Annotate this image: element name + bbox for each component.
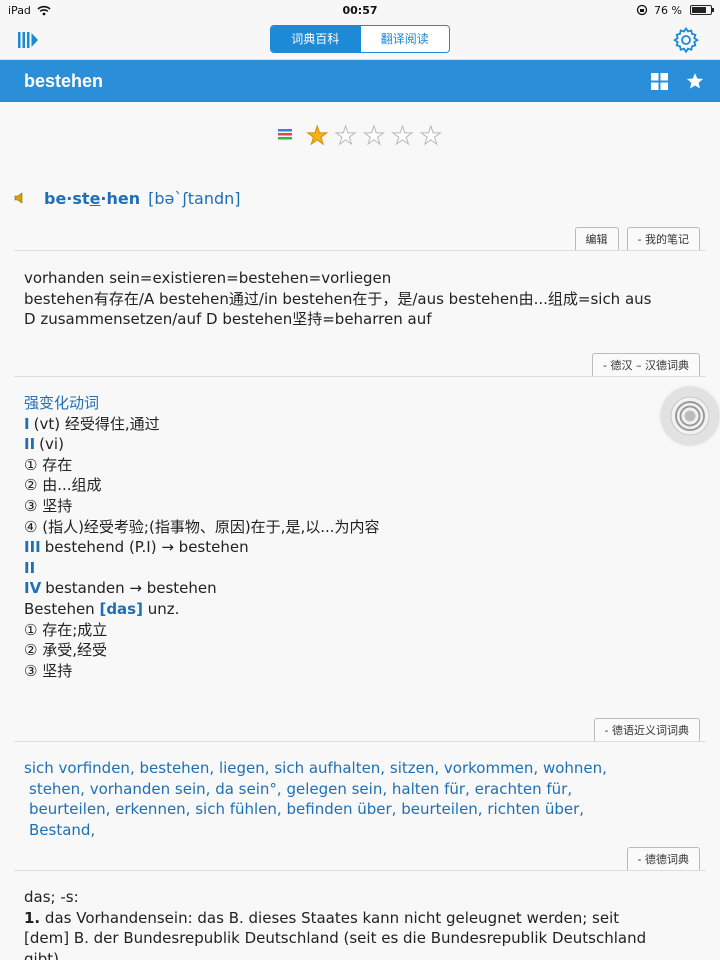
- synonym-link[interactable]: wohnen,: [543, 759, 607, 777]
- synonym-link[interactable]: Bestand,: [29, 821, 95, 839]
- synonym-link[interactable]: sich fühlen,: [195, 800, 281, 818]
- synonym-link[interactable]: vorkommen,: [444, 759, 538, 777]
- synonym-link[interactable]: gelegen sein,: [286, 780, 387, 798]
- synonym-link[interactable]: sich aufhalten,: [274, 759, 385, 777]
- rating-star-5[interactable]: ★: [419, 122, 442, 148]
- synonym-link[interactable]: erkennen,: [115, 800, 190, 818]
- synonym-link[interactable]: richten über,: [487, 800, 584, 818]
- note-line: bestehen有存在/A bestehen通过/in bestehen在于，是…: [24, 289, 652, 308]
- synonym-link[interactable]: befinden über,: [287, 800, 397, 818]
- note-section: vorhanden sein=existieren=bestehen=vorli…: [0, 251, 720, 352]
- definition-line: ③ 坚持: [24, 496, 73, 515]
- definition-line: [dem] B. der Bundesrepublik Deutschland …: [24, 929, 647, 948]
- dict-de-de-button[interactable]: - 德德词典: [626, 847, 700, 870]
- rating-star-2[interactable]: ★: [334, 122, 357, 148]
- star-bookmark-icon[interactable]: [686, 72, 704, 90]
- status-time: 00:57: [342, 3, 378, 17]
- definition-line: gibt).: [24, 949, 64, 960]
- gear-icon[interactable]: [672, 26, 700, 54]
- synonym-line: sich vorfinden, bestehen, liegen, sich a…: [24, 758, 696, 779]
- headword-row: be·ste·hen [bəˋʃtandn]: [0, 168, 720, 228]
- synonym-line: beurteilen, erkennen, sich fühlen, befin…: [24, 799, 696, 820]
- definition-line: I (vt) 经受得住,通过: [24, 414, 160, 433]
- rating-star-1[interactable]: ★: [305, 122, 328, 148]
- synonym-link[interactable]: halten für,: [392, 780, 470, 798]
- synonym-link[interactable]: beurteilen,: [401, 800, 482, 818]
- mode-segmented-control: 词典百科 翻译阅读: [270, 25, 450, 53]
- speaker-icon[interactable]: [14, 191, 28, 205]
- definition-line: ④ (指人)经受考验;(指事物、原因)在于,是,以...为内容: [24, 517, 380, 536]
- dict-synonym-button[interactable]: - 德语近义词词典: [593, 718, 700, 741]
- definition-line: II: [24, 558, 36, 577]
- synonym-line: stehen, vorhanden sein, da sein°, gelege…: [24, 779, 696, 800]
- definition-line: II (vi): [24, 435, 64, 454]
- synonym-link[interactable]: sitzen,: [390, 759, 439, 777]
- verb-type: 强变化动词: [24, 394, 100, 412]
- library-menu-icon[interactable]: [14, 28, 40, 52]
- assistive-touch-button[interactable]: [662, 388, 718, 444]
- lock-rotation-icon: [636, 4, 648, 16]
- status-right: 76 %: [636, 3, 714, 17]
- assistive-touch-icon: [670, 396, 710, 436]
- synonym-link[interactable]: liegen,: [219, 759, 270, 777]
- synonym-link[interactable]: bestehen,: [140, 759, 215, 777]
- synonym-link[interactable]: erachten für,: [475, 780, 572, 798]
- wifi-icon: [37, 5, 51, 15]
- de-cn-definition: 强变化动词 I (vt) 经受得住,通过 II (vi) ① 存在 ② 由...组成…: [0, 377, 720, 717]
- synonym-link[interactable]: sich vorfinden,: [24, 759, 135, 777]
- definition-line: ② 由...组成: [24, 476, 102, 495]
- tab-dictionary[interactable]: 词典百科: [271, 26, 360, 52]
- definition-line: ③ 坚持: [24, 661, 73, 680]
- page-title: bestehen: [24, 70, 104, 91]
- nav-bar: 词典百科 翻译阅读: [0, 20, 720, 60]
- definition-line: 1. das Vorhandensein: das B. dieses Staa…: [24, 908, 620, 927]
- grid-icon[interactable]: [651, 72, 668, 90]
- dict-button-row: - 德德词典: [0, 846, 720, 870]
- note-line: vorhanden sein=existieren=bestehen=vorli…: [24, 269, 392, 287]
- definition-line: Bestehen [das] unz.: [24, 599, 180, 618]
- synonym-link[interactable]: beurteilen,: [29, 800, 110, 818]
- synonym-line: Bestand,: [24, 820, 696, 841]
- familiarity-rating: ★ ★ ★ ★ ★: [0, 102, 720, 168]
- rating-star-3[interactable]: ★: [362, 122, 385, 148]
- definition-line: ② 承受,经受: [24, 641, 107, 660]
- word-tools: [651, 72, 704, 90]
- content-area: ★ ★ ★ ★ ★ be·ste·hen [bəˋʃtandn] 编辑 - 我的…: [0, 102, 720, 960]
- note-line: D zusammensetzen/auf D bestehen坚持=beharr…: [24, 310, 432, 329]
- rating-star-4[interactable]: ★: [391, 122, 414, 148]
- headword: be·ste·hen: [44, 188, 141, 208]
- battery-percent: 76 %: [654, 3, 682, 17]
- pronunciation: [bəˋʃtandn]: [148, 188, 241, 208]
- definition-line: ① 存在: [24, 455, 73, 474]
- definition-line: III bestehend (P.I) → bestehen: [24, 538, 249, 557]
- level-bars-icon: [277, 129, 292, 140]
- definition-line: das; -s:: [24, 888, 79, 906]
- status-left: iPad: [8, 4, 51, 17]
- status-bar: iPad 00:57 76 %: [0, 0, 720, 20]
- synonym-link[interactable]: vorhanden sein,: [90, 780, 211, 798]
- dict-button-row: - 德汉 – 汉德词典: [0, 352, 720, 376]
- definition-line: IV bestanden → bestehen: [24, 579, 217, 598]
- de-de-definition: das; -s: 1. das Vorhandensein: das B. di…: [0, 871, 720, 960]
- device-name: iPad: [8, 3, 31, 17]
- synonym-link[interactable]: da sein°,: [215, 780, 281, 798]
- synonym-section: sich vorfinden, bestehen, liegen, sich a…: [0, 742, 720, 846]
- synonym-link[interactable]: stehen,: [29, 780, 85, 798]
- battery-icon: [690, 5, 714, 15]
- my-notes-button[interactable]: - 我的笔记: [626, 227, 700, 250]
- dict-button-row: - 德语近义词词典: [0, 717, 720, 741]
- dict-de-cn-button[interactable]: - 德汉 – 汉德词典: [592, 353, 700, 376]
- tab-translate-reading[interactable]: 翻译阅读: [359, 26, 449, 52]
- edit-button[interactable]: 编辑: [574, 227, 619, 250]
- definition-line: ① 存在;成立: [24, 620, 108, 639]
- note-button-row: 编辑 - 我的笔记: [0, 226, 720, 250]
- word-title-bar: bestehen: [0, 60, 720, 102]
